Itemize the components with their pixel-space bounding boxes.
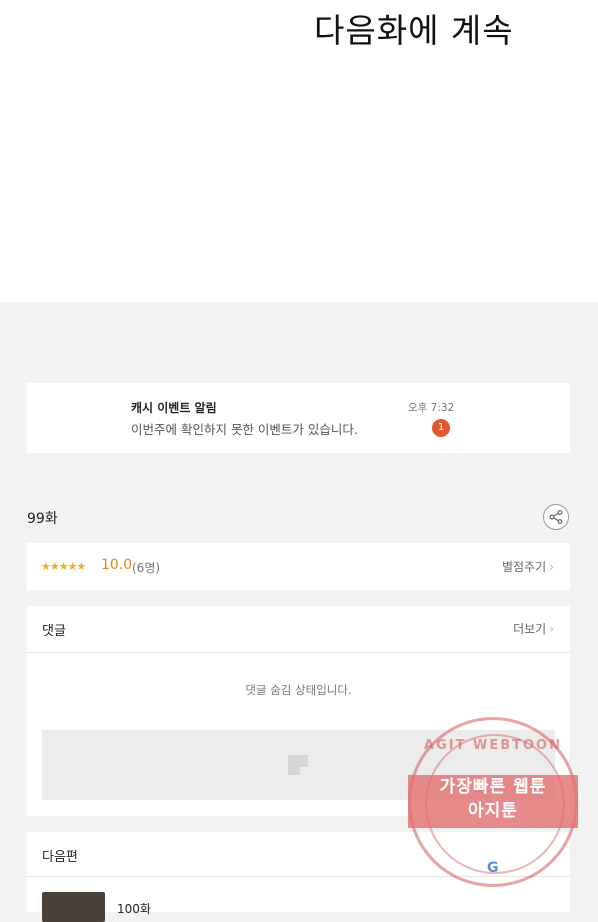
- share-icon: [549, 510, 563, 524]
- comments-title: 댓글: [42, 624, 66, 639]
- image-placeholder-icon: [288, 755, 308, 775]
- watermark-band: 가장빠른 웹툰 아지툰: [408, 775, 578, 828]
- notification-title: 캐시 이벤트 알림: [131, 401, 217, 415]
- google-logo-icon: G: [487, 860, 499, 876]
- comments-header: 댓글 더보기 ›: [27, 606, 570, 653]
- watermark-top-text: AGIT WEBTOON: [424, 738, 562, 753]
- episode-title: 99화: [27, 511, 58, 527]
- comments-more-label: 더보기: [513, 622, 547, 636]
- notification-time: 오후 7:32: [408, 402, 455, 414]
- next-episode-thumbnail[interactable]: [42, 892, 105, 922]
- chevron-right-icon: ›: [549, 560, 554, 574]
- cash-event-notification[interactable]: 캐시 이벤트 알림 이번주에 확인하지 못한 이벤트가 있습니다. 오후 7:3…: [27, 383, 570, 453]
- notification-badge: 1: [432, 419, 450, 437]
- rate-button-label: 별점주기: [502, 560, 547, 574]
- notification-message: 이번주에 확인하지 못한 이벤트가 있습니다.: [131, 422, 358, 437]
- watermark-stamp: AGIT WEBTOON 가장빠른 웹툰 아지툰 G: [408, 717, 578, 887]
- to-be-continued-text: 다음화에 계속: [314, 11, 514, 50]
- rate-button[interactable]: 별점주기 ›: [502, 558, 554, 575]
- next-episode-label[interactable]: 100화: [117, 900, 151, 917]
- comic-panel: 다음화에 계속: [0, 0, 598, 302]
- share-button[interactable]: [543, 504, 569, 530]
- watermark-line1: 가장빠른 웹툰: [439, 777, 547, 797]
- rating-stars: ★★★★★: [41, 560, 86, 573]
- chevron-right-icon: ›: [549, 622, 554, 636]
- rating-bar: ★★★★★ 10.0 (6명) 별점주기 ›: [27, 543, 570, 590]
- comments-hidden-message: 댓글 숨김 상태입니다.: [245, 683, 352, 697]
- comments-more-button[interactable]: 더보기 ›: [513, 620, 554, 637]
- next-episode-title: 다음편: [42, 850, 78, 865]
- rating-count: (6명): [132, 561, 161, 575]
- watermark-line2: 아지툰: [468, 801, 518, 821]
- rating-score: 10.0: [101, 557, 133, 573]
